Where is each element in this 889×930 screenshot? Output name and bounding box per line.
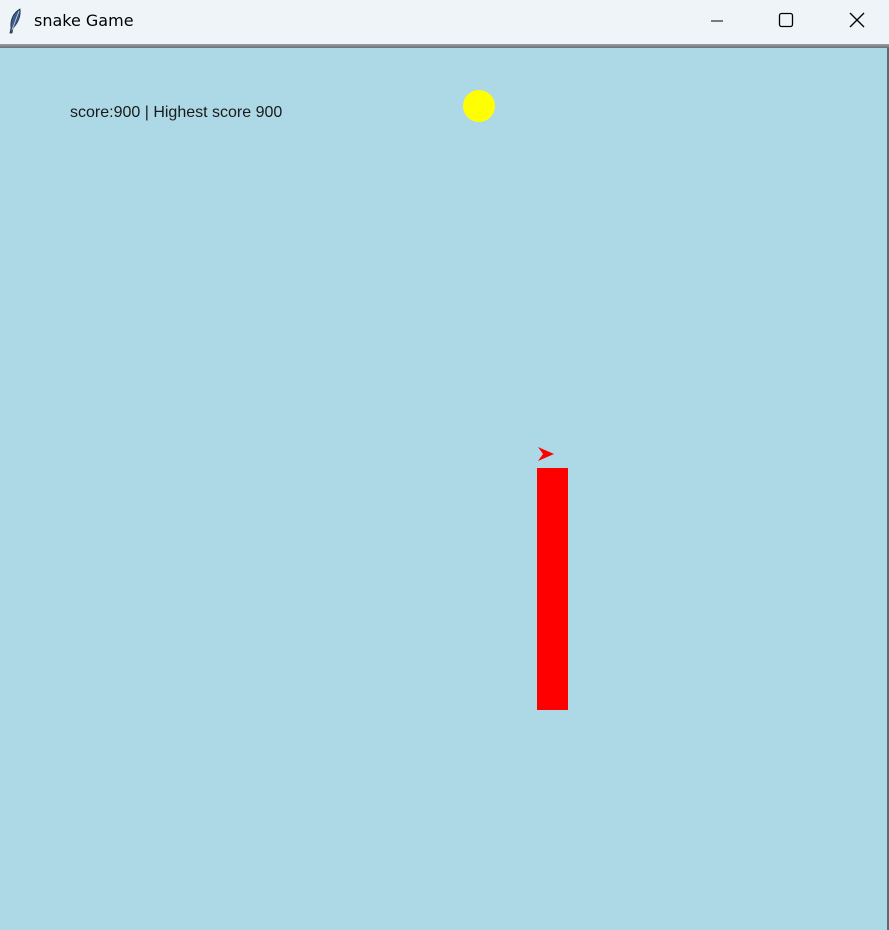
maximize-button[interactable] [763, 0, 809, 44]
title-bar[interactable]: snake Game [0, 0, 889, 44]
maximize-icon [778, 12, 794, 32]
close-icon [849, 12, 865, 32]
game-canvas[interactable]: score:900 | Highest score 900 [0, 48, 887, 930]
food [463, 90, 495, 122]
arrow-right-icon [536, 444, 556, 464]
minimize-button[interactable] [694, 0, 740, 44]
snake-body [537, 468, 568, 710]
feather-icon [7, 8, 23, 34]
close-button[interactable] [834, 0, 880, 44]
minimize-icon [710, 13, 724, 32]
score-label: score:900 | Highest score 900 [70, 104, 283, 121]
game-window: snake Game score:900 | Highest score 900 [0, 0, 889, 930]
window-title: snake Game [34, 11, 134, 30]
